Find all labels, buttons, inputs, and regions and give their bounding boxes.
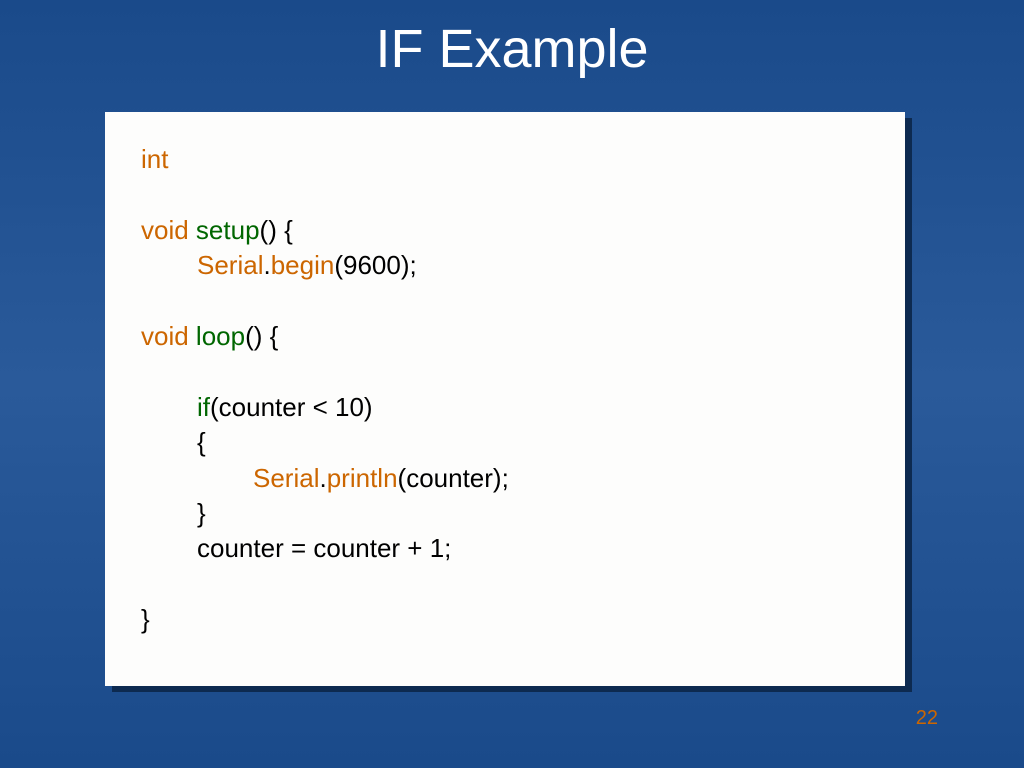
keyword-void: void [141, 321, 189, 351]
blank-line [141, 283, 869, 319]
code-line-int: int [141, 142, 869, 177]
code-block: int void setup() { Serial.begin(9600); v… [105, 112, 905, 686]
blank-line [141, 177, 869, 213]
code-line-final-brace: } [141, 602, 869, 637]
function-loop: loop [189, 321, 245, 351]
blank-line [141, 566, 869, 602]
code-line-counter: counter = counter + 1; [141, 531, 869, 566]
slide-title: IF Example [0, 0, 1024, 90]
page-number: 22 [916, 707, 938, 730]
method-begin: begin [271, 250, 335, 280]
code-line-serial-begin: Serial.begin(9600); [141, 248, 869, 283]
code-line-if: if(counter < 10) [141, 390, 869, 425]
blank-line [141, 354, 869, 390]
plain-text: { [197, 427, 206, 457]
plain-text: () { [260, 215, 293, 245]
serial-class: Serial [253, 463, 319, 493]
plain-text: } [141, 604, 150, 634]
plain-text: . [319, 463, 326, 493]
plain-text: () { [245, 321, 278, 351]
plain-text: (counter); [398, 463, 509, 493]
presentation-slide: IF Example int void setup() { Serial.beg… [0, 0, 1024, 768]
plain-text: } [197, 498, 206, 528]
method-println: println [327, 463, 398, 493]
keyword-if: if [197, 392, 210, 422]
code-line-loop: void loop() { [141, 319, 869, 354]
serial-class: Serial [197, 250, 263, 280]
keyword-int: int [141, 144, 168, 174]
keyword-void: void [141, 215, 189, 245]
function-setup: setup [189, 215, 260, 245]
plain-text: . [263, 250, 270, 280]
code-line-setup: void setup() { [141, 213, 869, 248]
code-line-open-brace: { [141, 425, 869, 460]
plain-text: (counter < 10) [210, 392, 373, 422]
code-line-close-brace: } [141, 496, 869, 531]
code-line-println: Serial.println(counter); [141, 461, 869, 496]
plain-text: (9600); [334, 250, 416, 280]
plain-text: counter = counter + 1; [197, 533, 451, 563]
